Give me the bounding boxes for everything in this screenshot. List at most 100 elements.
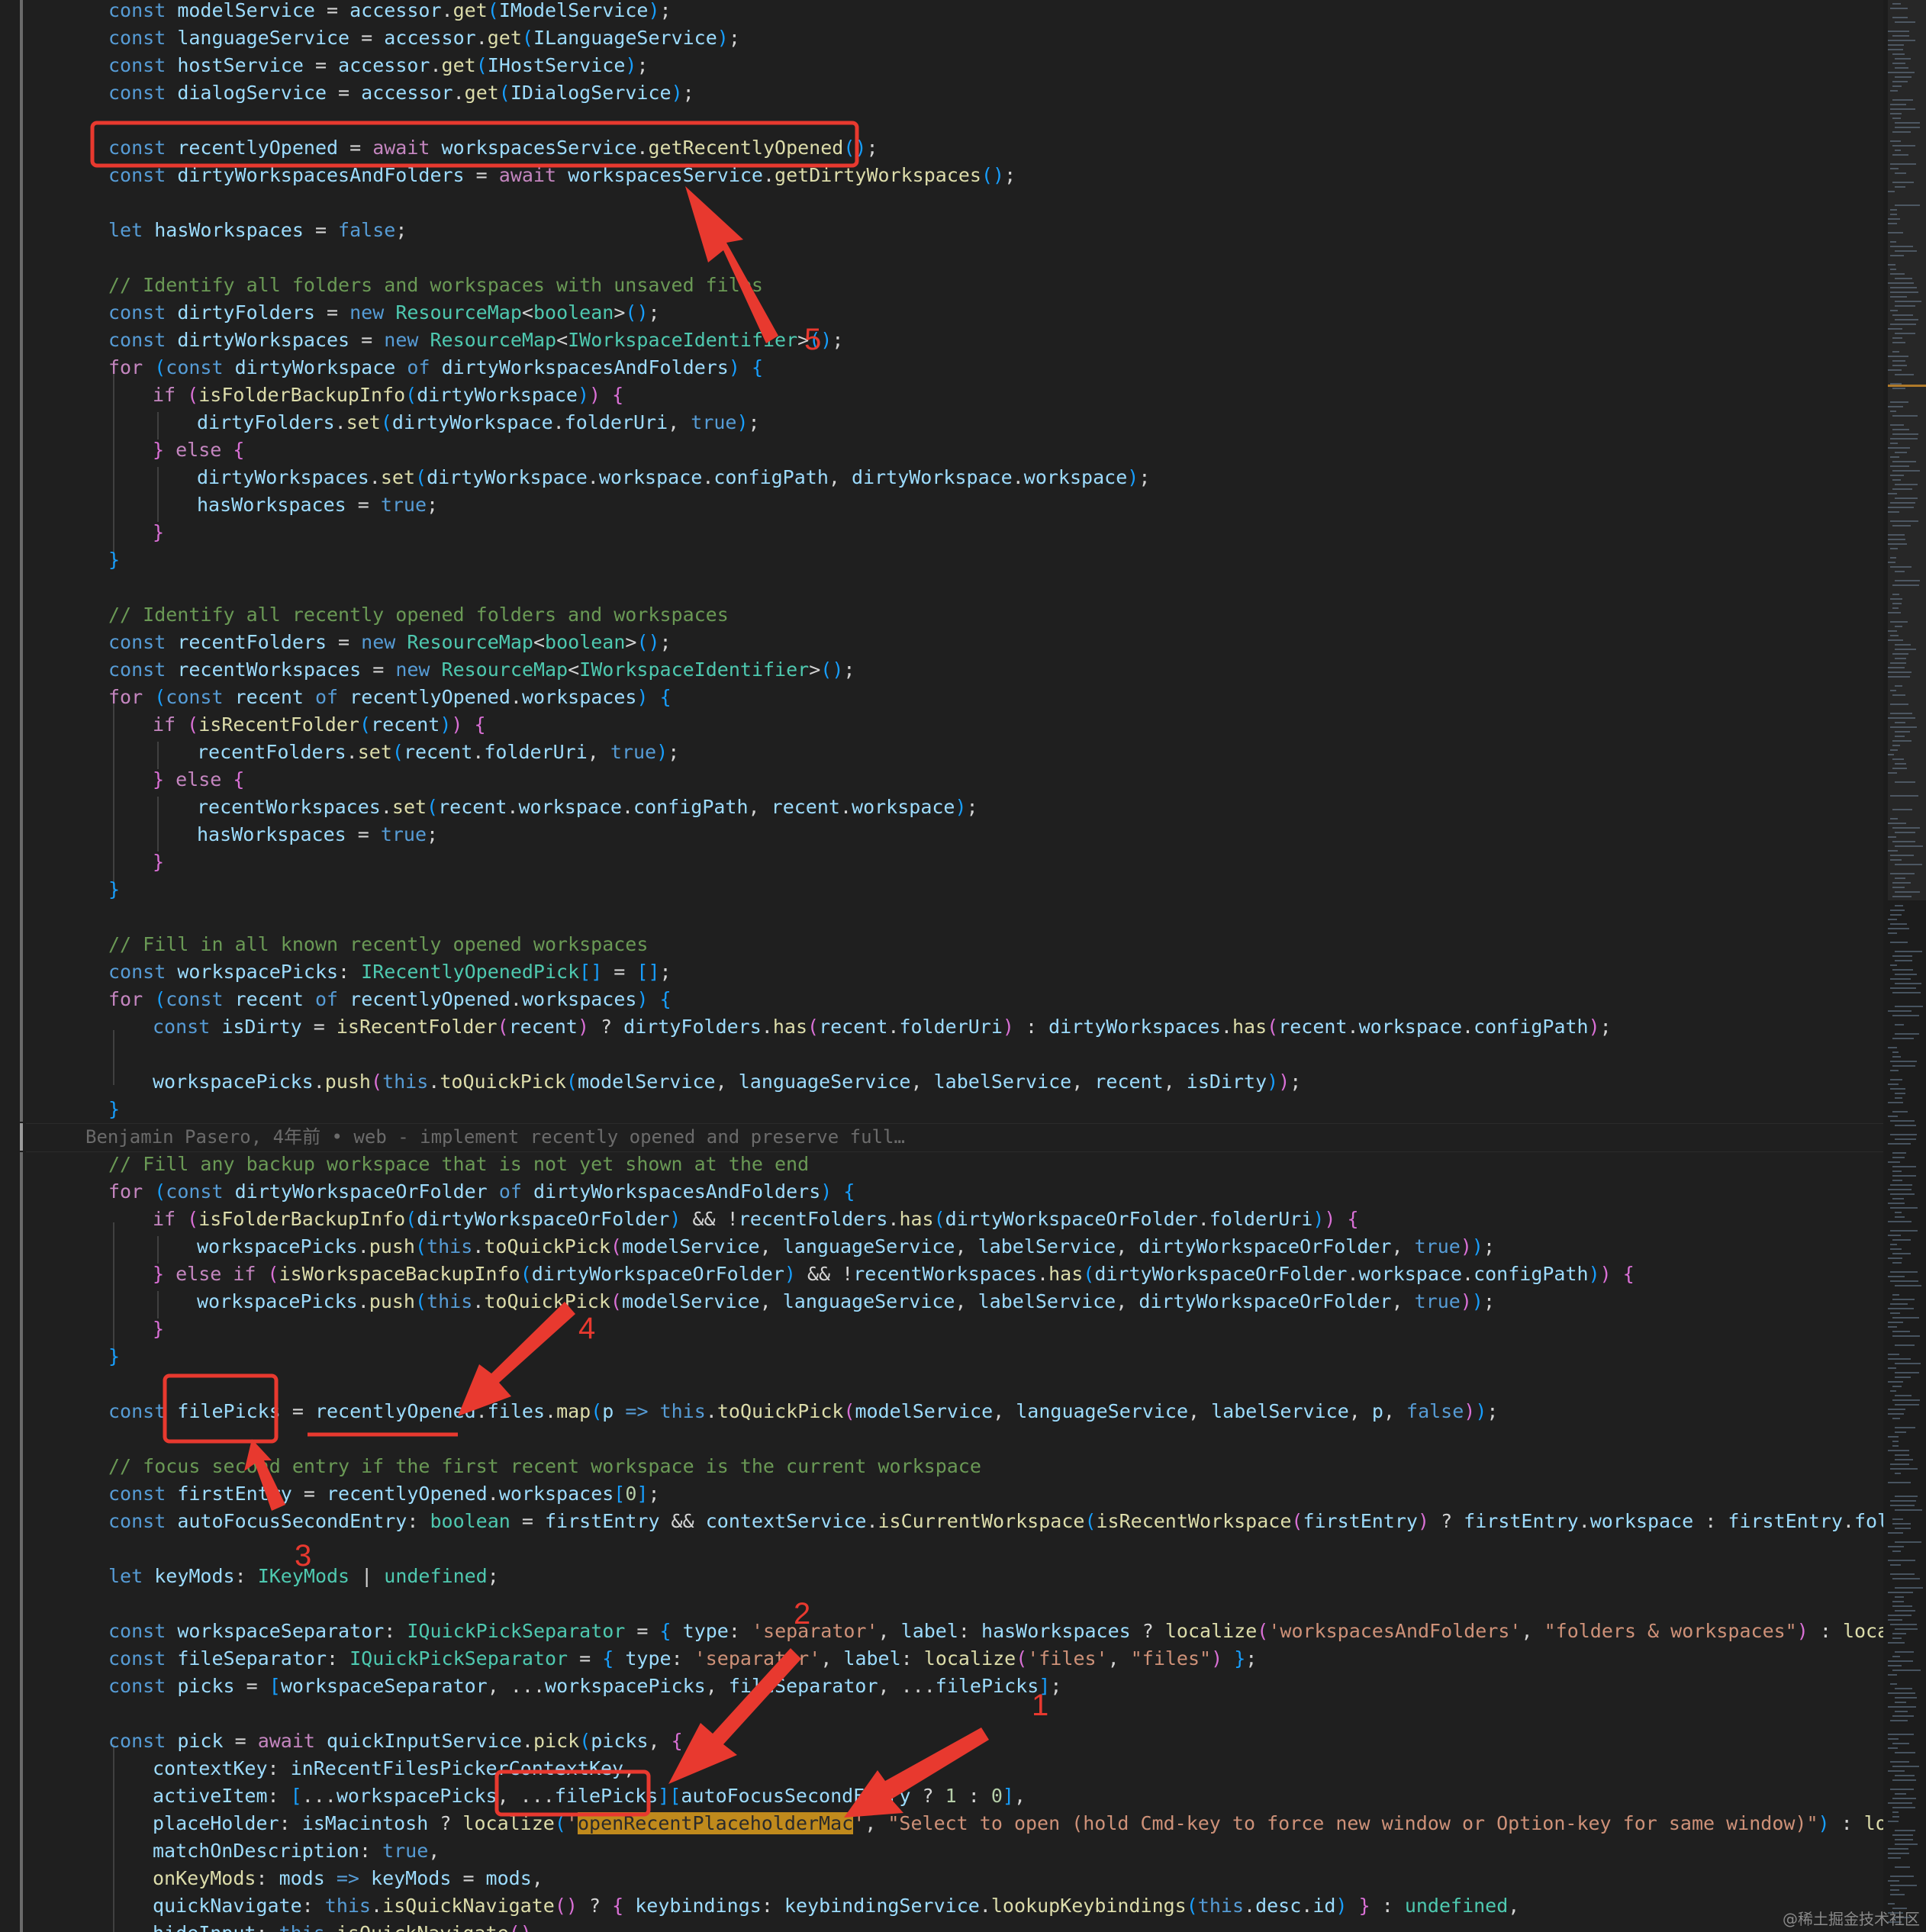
minimap-line [1895, 1752, 1915, 1753]
minimap-line [1895, 1843, 1918, 1845]
code-line: if (isFolderBackupInfo(dirtyWorkspaceOrF… [153, 1208, 1359, 1230]
minimap-line [1892, 1262, 1902, 1264]
minimap-line [1892, 1834, 1913, 1836]
minimap-line [1888, 1189, 1912, 1190]
minimap-line [1892, 1779, 1916, 1781]
minimap-line [1890, 1184, 1912, 1186]
code-line: activeItem: [...workspacePicks, ...fileP… [153, 1785, 1026, 1807]
minimap-line [1895, 1702, 1906, 1703]
minimap-line [1890, 1876, 1914, 1877]
code-line: const firstEntry = recentlyOpened.worksp… [108, 1483, 660, 1505]
minimap-line [1888, 1409, 1905, 1410]
minimap-line [1892, 1239, 1911, 1241]
code-line: const languageService = accessor.get(ILa… [108, 27, 740, 49]
minimap-line [1895, 1431, 1906, 1433]
minimap-line [1890, 1230, 1918, 1232]
minimap-line [1895, 1541, 1921, 1543]
code-line: for (const recent of recentlyOpened.work… [108, 686, 672, 708]
minimap-line [1895, 1509, 1922, 1511]
code-line: const dirtyFolders = new ResourceMap<boo… [108, 301, 660, 324]
minimap-line [1892, 1518, 1903, 1520]
minimap-line [1890, 1312, 1900, 1314]
code-line: const fileSeparator: IQuickPickSeparator… [108, 1647, 1258, 1670]
minimap-line [1895, 1033, 1919, 1035]
minimap-line [1890, 1885, 1917, 1886]
minimap-line [1892, 1656, 1900, 1657]
watermark: @稀土掘金技术社区 [1783, 1910, 1920, 1928]
minimap-line [1892, 1418, 1900, 1419]
minimap-line [1890, 1079, 1902, 1080]
minimap-line [1890, 1789, 1914, 1790]
minimap-line [1892, 1180, 1902, 1181]
minimap-line [1888, 1413, 1904, 1415]
minimap-line [1888, 1770, 1905, 1772]
code-line: recentFolders.set(recent.folderUri, true… [197, 741, 680, 763]
minimap-line [1895, 1427, 1915, 1428]
minimap-line [1890, 1061, 1917, 1062]
minimap-line [1892, 1065, 1915, 1067]
minimap-change-marker [1888, 385, 1926, 387]
minimap-line [1890, 1248, 1902, 1250]
code-line: // Fill in all known recently opened wor… [108, 933, 649, 955]
minimap-line [1890, 1207, 1918, 1209]
minimap-line [1895, 1363, 1921, 1364]
minimap-line [1890, 1070, 1899, 1071]
minimap-line [1892, 1038, 1914, 1039]
code-line: let keyMods: IKeyMods | undefined; [108, 1565, 499, 1587]
minimap-line [1892, 1170, 1902, 1172]
minimap-line [1895, 951, 1922, 952]
minimap-slider[interactable] [1888, 0, 1926, 900]
minimap-line [1888, 1367, 1896, 1369]
code-editor[interactable]: const modelService = accessor.get(IModel… [0, 0, 1883, 1932]
minimap-line [1890, 1468, 1918, 1470]
code-line: const picks = [workspaceSeparator, ...wo… [108, 1675, 1062, 1697]
minimap-line [1895, 1866, 1910, 1868]
minimap-line [1895, 1285, 1921, 1286]
minimap-line [1888, 932, 1897, 934]
minimap-line [1888, 1436, 1899, 1438]
code-line: const dirtyWorkspacesAndFolders = await … [108, 164, 1016, 186]
minimap-line [1890, 923, 1907, 925]
minimap-line [1892, 1766, 1919, 1767]
minimap-line [1895, 1628, 1918, 1630]
code-line: // Fill any backup workspace that is not… [108, 1153, 810, 1175]
minimap-line [1895, 1344, 1915, 1346]
minimap-line [1892, 1715, 1914, 1717]
minimap-line [1892, 992, 1921, 993]
minimap-line [1890, 1303, 1908, 1305]
code-line: } else { [153, 768, 245, 791]
minimap-line [1888, 1308, 1914, 1309]
minimap-line [1888, 1747, 1898, 1749]
change-indicator [20, 1152, 23, 1932]
minimap-line [1890, 914, 1902, 916]
minimap-line [1890, 1564, 1901, 1566]
minimap-line [1892, 1578, 1920, 1579]
minimap-line [1895, 960, 1912, 961]
minimap-line [1890, 1500, 1916, 1502]
code-line: let hasWorkspaces = false; [108, 219, 407, 241]
code-line: const autoFocusSecondEntry: boolean = fi… [108, 1510, 1883, 1532]
minimap-line [1892, 1051, 1899, 1053]
code-line: const recentWorkspaces = new ResourceMap… [108, 658, 855, 681]
code-line: matchOnDescription: true, [153, 1840, 440, 1862]
minimap-line [1892, 955, 1912, 957]
minimap-line [1890, 1088, 1905, 1090]
minimap-line [1892, 1743, 1909, 1744]
minimap-line [1895, 1651, 1914, 1653]
minimap-line [1888, 1592, 1913, 1593]
highlighted-token: openRecentPlaceholderMac [577, 1812, 854, 1834]
minimap-line [1890, 1761, 1909, 1763]
minimap-line [1895, 1024, 1904, 1026]
minimap-line [1892, 1550, 1901, 1552]
minimap-line [1890, 1120, 1915, 1122]
minimap-line [1890, 1280, 1918, 1282]
minimap-line [1890, 1624, 1917, 1625]
minimap-line [1895, 1404, 1919, 1406]
minimap-line [1895, 983, 1921, 984]
code-line: } [153, 851, 165, 873]
minimap-line [1892, 969, 1913, 971]
minimap-line [1895, 1097, 1902, 1099]
code-line: for (const dirtyWorkspaceOrFolder of dir… [108, 1180, 855, 1203]
minimap-line [1890, 1463, 1909, 1465]
minimap-line [1892, 1441, 1899, 1442]
